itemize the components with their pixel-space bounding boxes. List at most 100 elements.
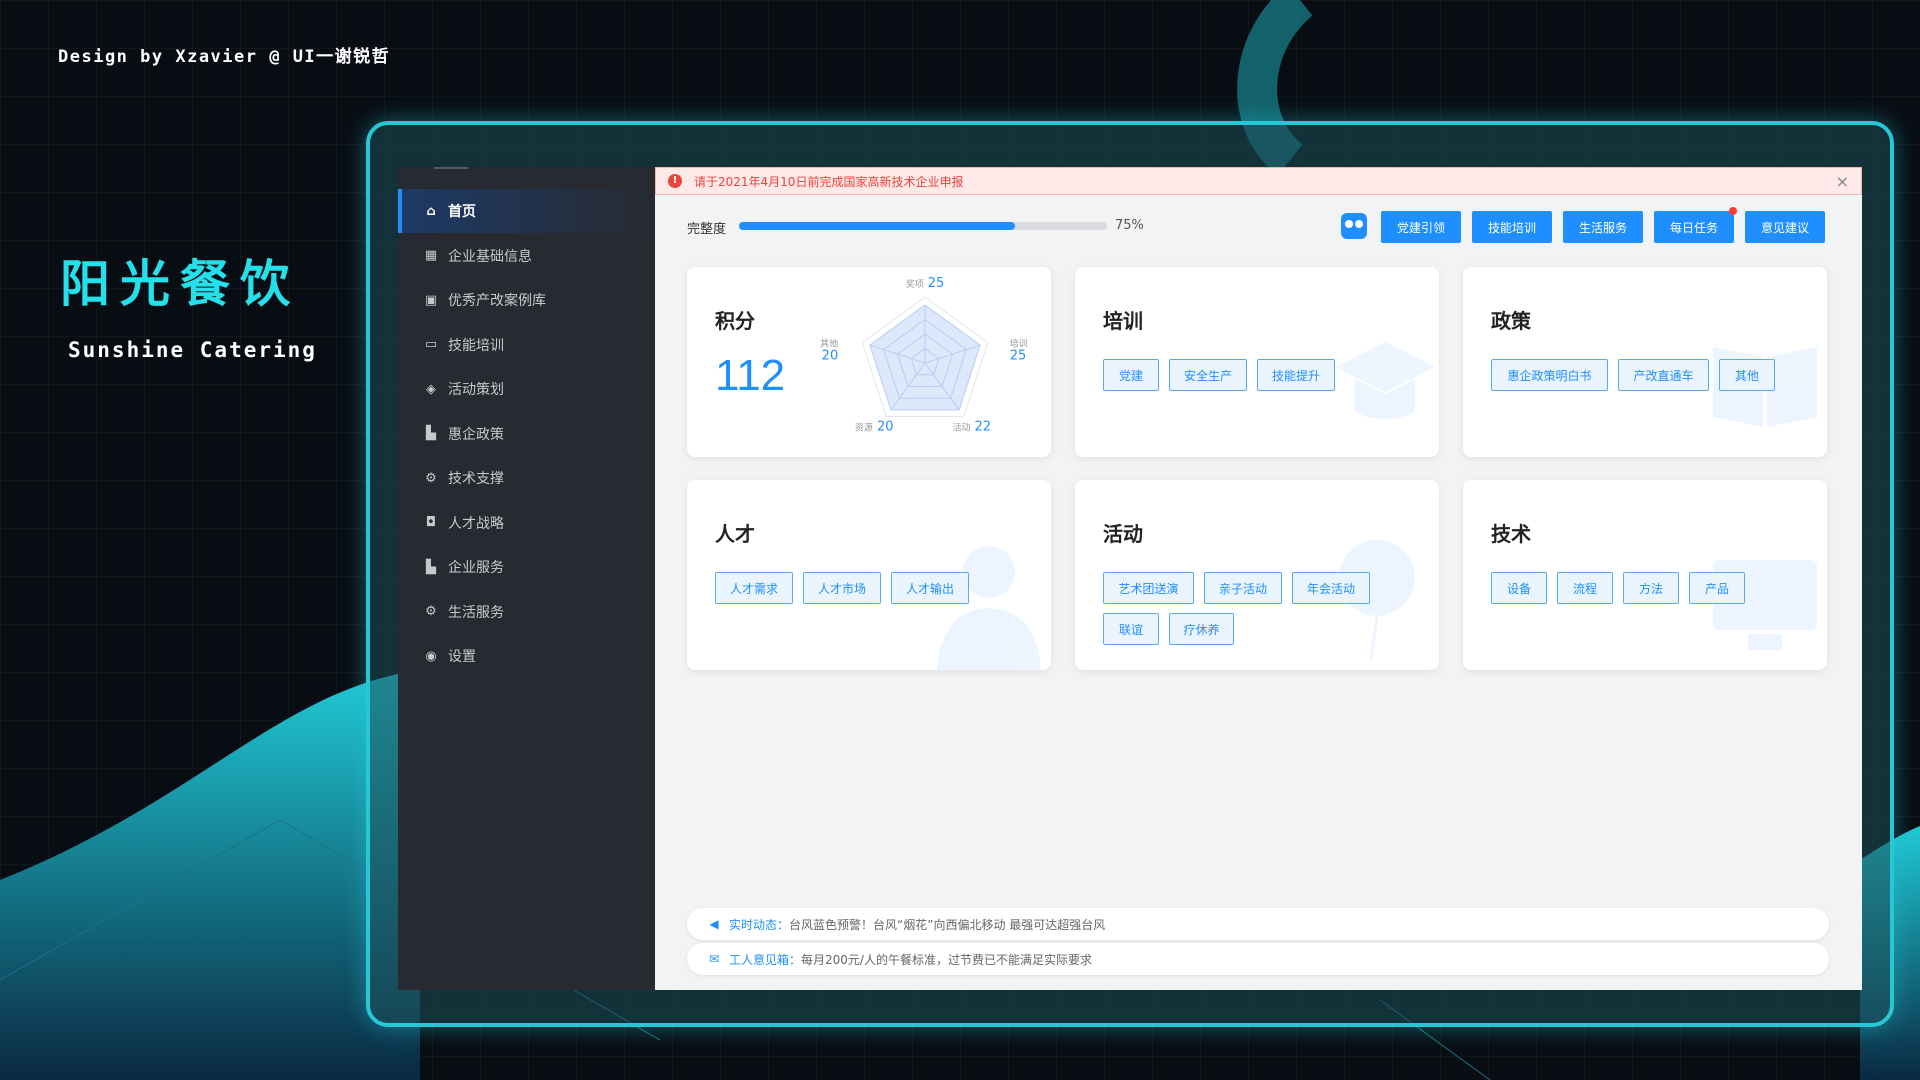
radar-label-name: 奖项 xyxy=(906,278,924,290)
sidebar-item-label: 企业服务 xyxy=(448,560,504,576)
tag-button[interactable]: 产改直通车 xyxy=(1618,359,1709,391)
building-icon: ▙ xyxy=(426,426,436,441)
sidebar-item-label: 技能培训 xyxy=(448,337,504,354)
close-icon[interactable]: × xyxy=(1836,172,1849,191)
activity-card[interactable]: 活动 艺术团送演 亲子活动 年会活动 联谊 疗休养 xyxy=(1075,480,1439,670)
building-icon: ▙ xyxy=(426,559,436,575)
card-title: 政策 xyxy=(1491,309,1531,333)
feedback-text: 每月200元/人的午餐标准，过节费已不能满足实际要求 xyxy=(801,952,1092,967)
tag-button[interactable]: 其他 xyxy=(1719,359,1775,391)
points-card[interactable]: 积分 112 奖项 25 培训 25 活动 22 资源 20 其他 20 xyxy=(687,267,1051,457)
tag-button[interactable]: 亲子活动 xyxy=(1204,572,1282,604)
monitor-icon: ▭ xyxy=(424,337,438,352)
radar-label-name: 活动 xyxy=(953,421,971,433)
sidebar-item[interactable]: ◈ 活动策划 xyxy=(398,367,655,411)
sidebar-item-label: 技术支撑 xyxy=(448,471,504,487)
gear-icon: ⚙ xyxy=(425,470,437,486)
progress-bar xyxy=(739,222,1107,230)
radar-label: 其他 20 xyxy=(820,338,838,364)
sidebar-item[interactable]: ⚙ 生活服务 xyxy=(398,590,655,634)
tag-button[interactable]: 惠企政策明白书 xyxy=(1491,359,1608,391)
image-icon: ▣ xyxy=(424,292,438,308)
progress-value: 75% xyxy=(1115,218,1144,233)
sidebar-item-label: 活动策划 xyxy=(448,382,504,398)
tag-button[interactable]: 党建 xyxy=(1103,359,1159,391)
talent-card[interactable]: 人才 人才需求 人才市场 人才输出 xyxy=(687,480,1051,670)
policy-card[interactable]: 政策 惠企政策明白书 产改直通车 其他 xyxy=(1463,267,1827,457)
tag-button[interactable]: 方法 xyxy=(1623,572,1679,604)
sidebar-item[interactable]: ▙ 企业服务 xyxy=(398,545,655,589)
alert-banner: ! 请于2021年4月10日前完成国家高新技术企业申报 × xyxy=(655,167,1862,195)
tag-button[interactable]: 技能提升 xyxy=(1257,359,1335,391)
card-title: 培训 xyxy=(1103,309,1143,333)
sidebar-logo-stub xyxy=(434,167,468,169)
warning-icon: ! xyxy=(668,174,682,188)
tech-card[interactable]: 技术 设备 流程 方法 产品 xyxy=(1463,480,1827,670)
toolbar-button[interactable]: 每日任务 xyxy=(1654,211,1734,243)
tag-button[interactable]: 疗休养 xyxy=(1169,613,1234,645)
radar-label-name: 资源 xyxy=(855,422,873,433)
toolbar-button[interactable]: 意见建议 xyxy=(1745,211,1825,243)
sidebar-item-label: 首页 xyxy=(448,204,476,220)
radar-chart: 奖项 25培训 25活动 22资源 20其他 20 xyxy=(820,276,1028,434)
tag-button[interactable]: 产品 xyxy=(1689,572,1745,604)
owl-assistant-icon[interactable] xyxy=(1341,213,1367,239)
sidebar-item-label: 设置 xyxy=(448,649,476,665)
app-screen: ⌂ 首页 ▦ 企业基础信息 ▣ 优秀产改案例库 ▭ 技能培训 ◈ 活动策划 ▙ 惠企政策 ⚙ 技术支撑 ◘ 人… xyxy=(398,167,1862,990)
feedback-bar[interactable]: ✉ 工人意见箱： 每月200元/人的午餐标准，过节费已不能满足实际要求 xyxy=(687,943,1829,975)
sidebar-item[interactable]: ▭ 技能培训 xyxy=(398,323,655,367)
sidebar-item[interactable]: ⚙ 技术支撑 xyxy=(398,456,655,500)
tag-button[interactable]: 流程 xyxy=(1557,572,1613,604)
radar-label-value: 25 xyxy=(1010,349,1027,364)
sidebar-item-label: 人才战略 xyxy=(448,515,504,532)
sidebar-item-label: 企业基础信息 xyxy=(448,248,532,265)
layers-icon: ◈ xyxy=(426,381,436,397)
brand-title: 阳光餐饮 xyxy=(60,255,300,313)
person-watermark-icon xyxy=(937,546,1041,670)
notification-dot xyxy=(1729,207,1737,215)
sidebar-item-label: 惠企政策 xyxy=(448,426,504,443)
training-card[interactable]: 培训 党建 安全生产 技能提升 xyxy=(1075,267,1439,457)
main-content: ! 请于2021年4月10日前完成国家高新技术企业申报 × 完整度 75% 党建… xyxy=(655,167,1862,990)
radar-label: 资源 20 xyxy=(855,419,894,434)
design-credit: Design by Xzavier @ UI一谢锐哲 xyxy=(58,47,391,67)
radar-label-value: 20 xyxy=(822,349,839,364)
progress-label: 完整度 xyxy=(687,222,727,237)
news-ticker[interactable]: ◀ 实时动态： 台风蓝色预警！台风“烟花”向西偏北移动 最强可达超强台风 xyxy=(687,908,1829,940)
sidebar-item[interactable]: ◉ 设置 xyxy=(398,634,655,678)
sidebar-item[interactable]: ⌂ 首页 xyxy=(398,189,655,233)
sidebar-item-label: 优秀产改案例库 xyxy=(448,293,546,309)
sidebar-item[interactable]: ▣ 优秀产改案例库 xyxy=(398,278,655,322)
toolbar-button[interactable]: 技能培训 xyxy=(1472,211,1552,243)
graduation-cap-watermark-icon xyxy=(1335,342,1435,420)
shield-icon: ◘ xyxy=(425,515,437,530)
home-icon: ⌂ xyxy=(426,203,436,219)
radar-label-value: 25 xyxy=(928,276,945,291)
toolbar-button[interactable]: 生活服务 xyxy=(1563,211,1643,243)
mail-icon: ✉ xyxy=(708,952,720,966)
radar-label-value: 22 xyxy=(975,419,992,434)
tag-button[interactable]: 年会活动 xyxy=(1292,572,1370,604)
toolbar-button[interactable]: 党建引领 xyxy=(1381,211,1461,243)
radar-label: 奖项 25 xyxy=(906,276,945,291)
card-title: 人才 xyxy=(715,522,755,546)
news-label: 实时动态： xyxy=(729,917,790,932)
brand-subtitle: Sunshine Catering xyxy=(68,338,317,362)
card-title: 技术 xyxy=(1491,522,1531,546)
tag-button[interactable]: 人才市场 xyxy=(803,572,881,604)
gear-icon: ⚙ xyxy=(425,604,437,619)
tag-button[interactable]: 人才需求 xyxy=(715,572,793,604)
sidebar-item[interactable]: ◘ 人才战略 xyxy=(398,501,655,545)
tag-button[interactable]: 人才输出 xyxy=(891,572,969,604)
settings-icon: ◉ xyxy=(425,648,437,664)
feedback-label: 工人意见箱： xyxy=(729,952,802,967)
tag-button[interactable]: 设备 xyxy=(1491,572,1547,604)
tag-button[interactable]: 艺术团送演 xyxy=(1103,572,1194,604)
sidebar-item[interactable]: ▦ 企业基础信息 xyxy=(398,234,655,278)
sidebar-item[interactable]: ▙ 惠企政策 xyxy=(398,412,655,456)
tag-button[interactable]: 联谊 xyxy=(1103,613,1159,645)
alert-text: 请于2021年4月10日前完成国家高新技术企业申报 xyxy=(694,174,964,189)
radar-label-value: 20 xyxy=(877,419,894,434)
tag-button[interactable]: 安全生产 xyxy=(1169,359,1247,391)
speaker-icon: ◀ xyxy=(709,917,719,931)
